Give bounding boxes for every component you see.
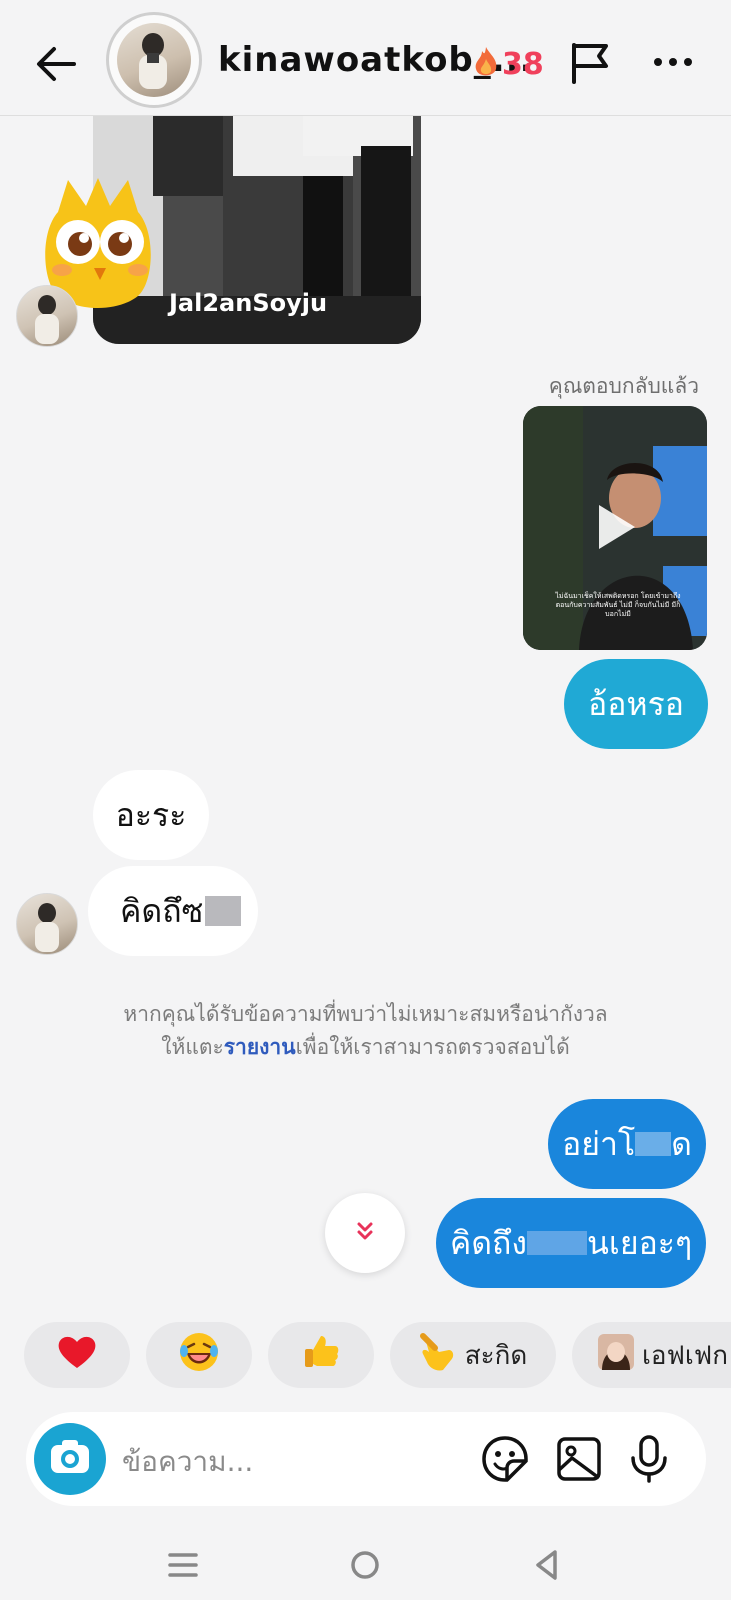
reaction-label: สะกิด bbox=[464, 1340, 528, 1371]
quick-reactions-bar: สะกิด เอฟเฟก bbox=[0, 1322, 731, 1388]
message-bubble-outgoing[interactable]: อย่าโ ด bbox=[548, 1099, 706, 1189]
fire-icon bbox=[472, 45, 500, 83]
chat-header: kinawoatkob_... 38 bbox=[0, 0, 731, 116]
message-bubble-outgoing[interactable]: อ้อหรอ bbox=[564, 659, 708, 749]
safety-notice-line1: หากคุณได้รับข้อความที่พบว่าไม่เหมาะสมหรื… bbox=[123, 1002, 608, 1026]
reaction-thumbs-up[interactable] bbox=[268, 1322, 374, 1388]
message-bubble-incoming[interactable]: คิดถึซ bbox=[88, 866, 258, 956]
recent-apps-icon[interactable] bbox=[158, 1540, 208, 1590]
safety-notice: หากคุณได้รับข้อความที่พบว่าไม่เหมาะสมหรื… bbox=[60, 998, 671, 1064]
double-chevron-down-icon bbox=[354, 1220, 376, 1246]
reaction-label: เอฟเฟก bbox=[642, 1340, 728, 1371]
report-link[interactable]: รายงาน bbox=[224, 1035, 296, 1059]
message-text: นเยอะๆ bbox=[587, 1223, 693, 1262]
message-text: คิดถึง bbox=[449, 1223, 528, 1262]
message-text-tail: ด bbox=[671, 1124, 692, 1163]
more-icon[interactable] bbox=[648, 42, 698, 82]
message-text: อะระ bbox=[115, 795, 187, 834]
reaction-poke[interactable]: สะกิด bbox=[390, 1322, 556, 1388]
message-text: อ้อหรอ bbox=[588, 684, 684, 723]
safety-notice-line2: ให้แตะรายงานเพื่อให้เราสามารถตรวจสอบได้ bbox=[161, 1035, 570, 1059]
effect-avatar-icon bbox=[598, 1333, 634, 1377]
camera-button[interactable] bbox=[34, 1423, 106, 1495]
sender-avatar[interactable] bbox=[16, 285, 78, 347]
contact-avatar-photo bbox=[117, 23, 191, 97]
streak-count: 38 bbox=[502, 46, 544, 82]
gallery-icon[interactable] bbox=[554, 1434, 604, 1484]
pointing-hand-icon bbox=[419, 1332, 457, 1379]
thumbs-up-icon bbox=[301, 1332, 341, 1379]
message-bubble-incoming[interactable]: อะระ bbox=[93, 770, 209, 860]
shared-post-username: Jal2anSoyju bbox=[169, 289, 328, 317]
microphone-icon[interactable] bbox=[624, 1434, 674, 1484]
home-icon[interactable] bbox=[340, 1540, 390, 1590]
heart-icon bbox=[57, 1334, 97, 1377]
sender-avatar[interactable] bbox=[16, 893, 78, 955]
reaction-effect[interactable]: เอฟเฟก bbox=[572, 1322, 731, 1388]
replied-label: คุณตอบกลับแล้ว bbox=[548, 374, 699, 398]
redaction-block bbox=[205, 896, 242, 926]
streak-badge: 38 bbox=[472, 44, 544, 84]
back-triangle-icon[interactable] bbox=[522, 1540, 572, 1590]
message-text: คิดถึซ bbox=[120, 891, 204, 930]
laughing-face-icon bbox=[178, 1331, 220, 1380]
chat-screen: kinawoatkob_... 38 Jal2anSoyju คุณตอบกลั… bbox=[0, 0, 731, 1600]
redaction-block bbox=[527, 1231, 588, 1255]
message-input[interactable]: ข้อความ... bbox=[122, 1440, 253, 1484]
message-composer: ข้อความ... bbox=[26, 1412, 706, 1506]
video-caption: ไม่ฉันมาเช็คให้เสพติดหรอก โดยเข้ามาถึงตอ… bbox=[555, 592, 681, 618]
redaction-block bbox=[635, 1132, 672, 1156]
sticker-icon[interactable] bbox=[480, 1434, 530, 1484]
message-text: อย่าโ bbox=[562, 1124, 636, 1163]
back-arrow-icon[interactable] bbox=[30, 38, 82, 90]
message-bubble-outgoing[interactable]: คิดถึง นเยอะๆ bbox=[436, 1198, 706, 1288]
video-reply-thumbnail[interactable]: ไม่ฉันมาเช็คให้เสพติดหรอก โดยเข้ามาถึงตอ… bbox=[523, 406, 707, 650]
reaction-laugh[interactable] bbox=[146, 1322, 252, 1388]
contact-avatar[interactable] bbox=[106, 12, 202, 108]
reaction-heart[interactable] bbox=[24, 1322, 130, 1388]
camera-icon bbox=[48, 1435, 92, 1483]
play-icon[interactable] bbox=[595, 502, 639, 552]
system-navigation-bar bbox=[0, 1530, 731, 1600]
flag-icon[interactable] bbox=[568, 40, 614, 86]
scroll-to-bottom-button[interactable] bbox=[325, 1193, 405, 1273]
